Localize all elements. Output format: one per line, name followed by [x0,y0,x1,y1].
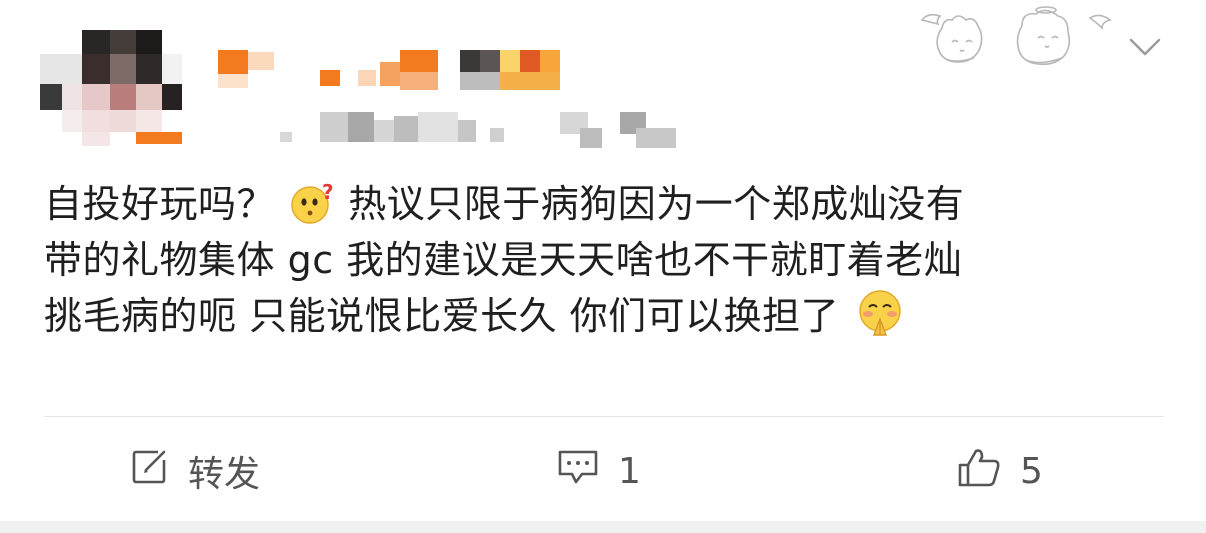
divider [44,416,1164,417]
footer-separator [0,521,1206,533]
comment-bubble-icon [556,446,600,497]
like-count: 5 [1020,450,1043,492]
edit-square-icon [128,446,170,497]
content-text: 热议只限于病狗因为一个郑成灿没有 [348,182,965,226]
angel-cats-badge [918,6,1114,68]
content-text: 挑毛病的呃 只能说恨比爱长久 你们可以换担了 [44,294,840,338]
svg-text:?: ? [322,181,334,204]
chevron-down-icon[interactable] [1125,30,1165,62]
like-button[interactable]: 5 [956,445,1043,497]
comment-button[interactable]: 1 [556,445,641,497]
content-line: 挑毛病的呃 只能说恨比爱长久 你们可以换担了 [44,288,1174,344]
content-line: 自投好玩吗？ ? 热议只限于病狗因为一个郑成灿没有 [44,176,1174,232]
thumbs-up-icon [956,445,1002,498]
content-text: 带的礼物集体 gc 我的建议是天天啥也不干就盯着老灿 [44,238,963,282]
username[interactable] [218,48,563,92]
content-text: 自投好玩吗？ [44,182,276,226]
repost-label: 转发 [188,454,261,495]
repost-button[interactable]: 转发 [128,445,260,497]
blushing-pray-emoji [854,289,906,352]
comment-count: 1 [618,450,641,492]
post-content: 自投好玩吗？ ? 热议只限于病狗因为一个郑成灿没有 带的礼物集体 gc 我的建议… [44,176,1174,344]
post-meta [280,110,700,150]
content-line: 带的礼物集体 gc 我的建议是天天啥也不干就盯着老灿 [44,232,1174,288]
avatar[interactable] [40,30,182,146]
